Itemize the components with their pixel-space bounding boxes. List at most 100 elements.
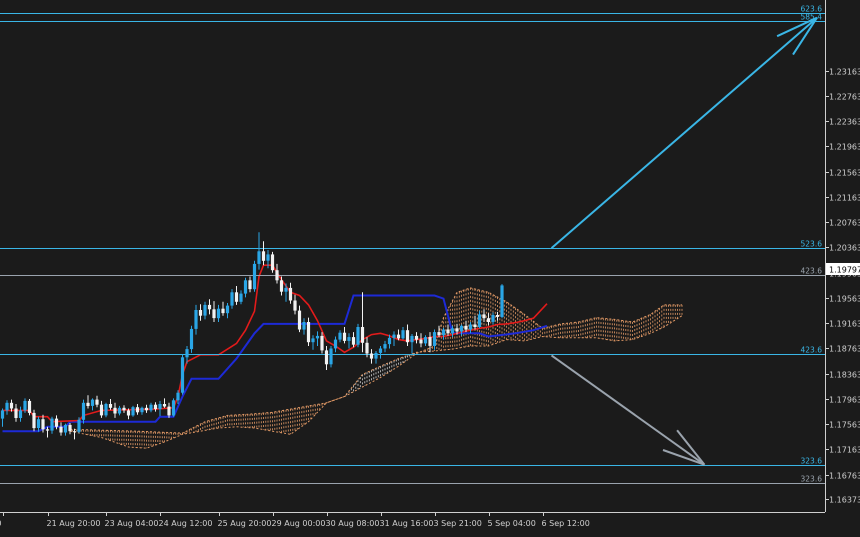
candle-body bbox=[135, 407, 140, 413]
candle-body bbox=[288, 287, 293, 301]
candle-body bbox=[140, 407, 144, 413]
candle-body bbox=[473, 324, 477, 327]
fib-level-label: 523.6 bbox=[801, 240, 823, 249]
candle-body bbox=[207, 304, 212, 310]
candle-body bbox=[239, 293, 243, 302]
candle-body bbox=[117, 407, 122, 414]
candle-body bbox=[459, 325, 464, 332]
candle-body bbox=[261, 251, 266, 261]
candle-body bbox=[500, 285, 504, 317]
candle-body bbox=[234, 292, 239, 302]
candle-body bbox=[185, 349, 189, 358]
candle-body bbox=[396, 334, 401, 339]
candle-body bbox=[212, 309, 216, 319]
candle-body bbox=[27, 400, 32, 413]
candle-body bbox=[153, 404, 158, 410]
candle-body bbox=[189, 328, 194, 350]
candle-body bbox=[275, 270, 279, 281]
candle-body bbox=[342, 332, 347, 341]
candle-body bbox=[270, 254, 275, 271]
fib-level-label: 423.6 bbox=[801, 267, 823, 276]
candle-body bbox=[441, 329, 446, 336]
x-tick-label: 5 Sep 04:00 bbox=[488, 519, 536, 528]
candle-body bbox=[54, 418, 59, 427]
candle-body bbox=[329, 348, 333, 365]
candle-body bbox=[95, 399, 99, 405]
candle-body bbox=[63, 424, 68, 433]
candle-body bbox=[14, 408, 18, 418]
x-tick-label: 24 Aug 12:00 bbox=[159, 519, 213, 528]
y-tick-label: 1.18363 bbox=[829, 371, 860, 380]
x-tick-label: 00 bbox=[0, 519, 2, 528]
candle-body bbox=[86, 402, 90, 406]
candle-body bbox=[171, 400, 176, 416]
candle-body bbox=[36, 419, 41, 428]
candle-body bbox=[315, 335, 320, 339]
x-tick-label: 30 Aug 08:00 bbox=[326, 519, 380, 528]
candle-body bbox=[378, 348, 383, 353]
x-tick-label: 6 Sep 12:00 bbox=[542, 519, 590, 528]
x-tick-label: 3 Sep 21:00 bbox=[434, 519, 482, 528]
candle-body bbox=[311, 338, 315, 343]
candle-body bbox=[72, 431, 77, 433]
y-tick-label: 1.20363 bbox=[829, 244, 860, 253]
candle-body bbox=[446, 329, 450, 334]
y-tick-label: 1.16763 bbox=[829, 472, 860, 481]
candle-body bbox=[113, 407, 117, 414]
candle-body bbox=[221, 308, 225, 314]
y-tick-label: 1.22363 bbox=[829, 118, 860, 127]
candle-body bbox=[486, 318, 491, 322]
y-tick-label: 1.22763 bbox=[829, 93, 860, 102]
x-tick-label: 31 Aug 16:00 bbox=[380, 519, 434, 528]
candle-body bbox=[356, 327, 360, 345]
candle-body bbox=[405, 330, 410, 343]
y-tick-label: 1.21163 bbox=[829, 194, 860, 203]
candle-body bbox=[126, 410, 131, 416]
candle-body bbox=[333, 339, 338, 349]
candle-body bbox=[149, 404, 153, 411]
candle-body bbox=[338, 332, 342, 340]
candle-body bbox=[162, 404, 167, 407]
candle-body bbox=[9, 402, 14, 409]
candle-body bbox=[491, 315, 495, 322]
candle-body bbox=[428, 337, 432, 346]
price-chart[interactable]: 623.6585.4523.6423.6423.6323.6323.6 1.23… bbox=[0, 0, 860, 533]
candle-body bbox=[324, 350, 329, 365]
candle-body bbox=[401, 330, 405, 339]
candle-body bbox=[414, 335, 419, 340]
candle-body bbox=[392, 334, 396, 338]
candle-body bbox=[23, 400, 27, 411]
candle-body bbox=[32, 412, 36, 429]
candle-body bbox=[410, 335, 414, 343]
candle-body bbox=[0, 410, 5, 419]
candle-body bbox=[365, 342, 369, 354]
candle-body bbox=[383, 344, 387, 349]
candle-body bbox=[320, 335, 324, 351]
candle-body bbox=[99, 404, 104, 416]
y-tick-label: 1.20763 bbox=[829, 219, 860, 228]
candle-body bbox=[297, 310, 302, 330]
y-tick-label: 1.23163 bbox=[829, 68, 860, 77]
candle-body bbox=[104, 404, 108, 416]
current-price-label: 1.19797 bbox=[829, 266, 860, 275]
candle-body bbox=[68, 424, 72, 432]
candle-body bbox=[50, 418, 54, 431]
candle-body bbox=[144, 407, 149, 411]
candle-body bbox=[279, 280, 284, 292]
candle-body bbox=[419, 339, 423, 344]
candle-body bbox=[437, 332, 441, 336]
y-tick-label: 1.17563 bbox=[829, 421, 860, 430]
candle-body bbox=[252, 263, 257, 290]
candle-body bbox=[203, 304, 207, 316]
candle-body bbox=[423, 337, 428, 344]
candle-body bbox=[216, 308, 221, 319]
candle-body bbox=[266, 254, 270, 261]
y-tick-label: 1.19163 bbox=[829, 320, 860, 329]
x-tick-label: 29 Aug 00:00 bbox=[272, 519, 326, 528]
x-tick-label: 25 Aug 20:00 bbox=[218, 519, 272, 528]
candle-body bbox=[131, 407, 135, 416]
candle-body bbox=[225, 305, 230, 314]
x-tick-label: 23 Aug 04:00 bbox=[105, 519, 159, 528]
candle-body bbox=[41, 419, 45, 430]
candle-body bbox=[374, 352, 378, 359]
